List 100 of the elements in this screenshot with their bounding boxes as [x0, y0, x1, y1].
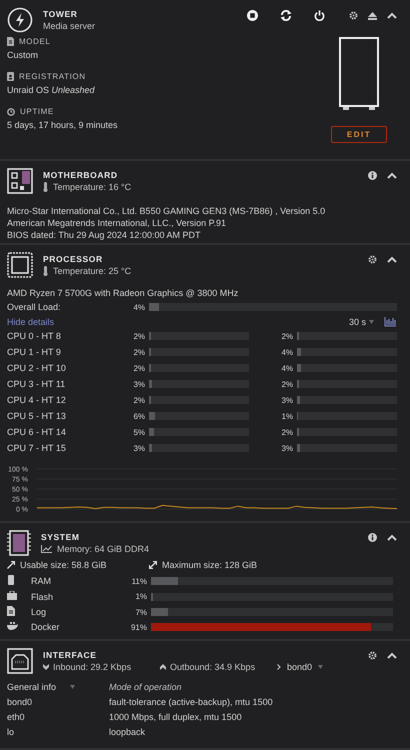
core-reading: 2% [132, 332, 145, 340]
caret-icon [318, 665, 324, 669]
maximum-size: Maximum size: 128 GiB [162, 560, 258, 570]
core-label: CPU 1 - HT 9 [7, 347, 62, 357]
lightning-bolt-icon [7, 7, 33, 33]
usage-label: Docker [31, 622, 61, 632]
board-info-line: Micro-Star International Co., Ltd. B550 GAMING GEN3 (MS-7B86) , Version 5.0 [7, 206, 326, 216]
stop-icon[interactable] [247, 10, 258, 21]
core-reading: 3% [132, 444, 145, 452]
board-info-line: American Megatrends International, LLC., Version P.91 [7, 218, 227, 228]
panel-title: SYSTEM [41, 532, 81, 542]
network-port-icon [7, 648, 33, 674]
usage-reading: 7% [134, 608, 147, 616]
core-label: CPU 2 - HT 10 [7, 363, 67, 373]
usage-label: RAM [31, 576, 52, 586]
usable-size: Usable size: 58.8 GiB [20, 560, 107, 570]
info-label: MODEL [19, 37, 50, 46]
memory-module-icon [7, 530, 31, 556]
collapse-icon[interactable] [387, 172, 397, 180]
usage-reading: 11% [130, 576, 147, 586]
panel-title: TOWER [43, 9, 78, 19]
core-reading: 6% [132, 412, 145, 420]
info-value: Custom [7, 50, 40, 60]
core-reading: 1% [280, 412, 293, 420]
chevron-right-icon [277, 664, 281, 670]
hide-details-link[interactable]: Hide details [7, 317, 54, 327]
port-select[interactable]: bond0 [277, 662, 324, 672]
memory-icon [7, 575, 15, 585]
briefcase-icon [7, 591, 17, 600]
eject-icon[interactable] [368, 12, 377, 20]
settings-icon[interactable] [368, 651, 377, 660]
id-card-icon [7, 72, 14, 81]
caret-icon [369, 320, 374, 324]
document-icon [7, 606, 15, 616]
collapse-icon[interactable] [387, 534, 397, 542]
usage-reading: 1% [134, 592, 147, 601]
table-cell-text: lo [7, 727, 16, 737]
edit-button[interactable]: EDIT [331, 126, 387, 143]
core-label: CPU 6 - HT 14 [7, 427, 67, 437]
document-icon [7, 37, 14, 46]
core-reading: 2% [132, 364, 145, 372]
clock-icon [7, 108, 15, 116]
core-reading: 2% [132, 396, 145, 404]
up-arrow-icon [160, 664, 166, 670]
core-reading: 4% [280, 348, 293, 356]
settings-icon[interactable] [349, 11, 358, 20]
table-cell-text: bond0 [7, 697, 34, 707]
server-description: Media server [43, 21, 96, 31]
core-reading: 3% [280, 444, 293, 452]
outbound-rate: Outbound: 34.9 Kbps [170, 662, 256, 672]
thermometer-icon [43, 182, 48, 192]
info-icon[interactable] [368, 171, 377, 180]
table-cell-text: loopback [109, 727, 146, 737]
core-reading: 2% [280, 332, 293, 340]
core-label: CPU 5 - HT 13 [7, 411, 67, 421]
view-select[interactable]: General info [7, 682, 109, 692]
core-reading: 2% [280, 428, 293, 436]
collapse-icon[interactable] [387, 12, 397, 20]
collapse-icon[interactable] [387, 256, 397, 264]
refresh-icon[interactable] [280, 10, 292, 21]
collapse-icon[interactable] [387, 652, 397, 660]
power-icon[interactable] [314, 10, 325, 21]
core-reading: 3% [132, 380, 145, 388]
panel-title: INTERFACE [43, 650, 98, 660]
table-cell-text: eth0 [7, 712, 26, 722]
panel-title: MOTHERBOARD [43, 170, 119, 180]
usage-reading: 91% [130, 622, 147, 632]
info-label: REGISTRATION [19, 72, 86, 81]
whale-icon [7, 622, 18, 630]
caret-icon [70, 685, 76, 689]
table-cell-text: fault-tolerance (active-backup), mtu 1500 [109, 697, 274, 707]
thermometer-icon [43, 266, 48, 276]
core-label: CPU 0 - HT 8 [7, 331, 62, 341]
inbound-rate: Inbound: 29.2 Kbps [53, 662, 132, 672]
core-reading: 2% [280, 380, 293, 388]
core-reading: 5% [132, 428, 145, 436]
load-reading: 4% [132, 302, 145, 312]
core-reading: 4% [280, 364, 293, 372]
settings-icon[interactable] [368, 255, 377, 264]
core-label: CPU 4 - HT 12 [7, 395, 67, 405]
memory-summary: Memory: 64 GiB DDR4 [57, 544, 150, 554]
temperature-reading: Temperature: 16 °C [53, 182, 132, 192]
column-header: Mode of operation [109, 682, 183, 692]
core-label: CPU 7 - HT 15 [7, 443, 67, 453]
down-arrow-icon [43, 664, 49, 670]
core-reading: 3% [280, 396, 293, 404]
info-label: UPTIME [20, 107, 54, 116]
motherboard-icon [7, 168, 33, 194]
cpu-model: AMD Ryzen 7 5700G with Radeon Graphics @ 3800 MHz [7, 288, 240, 298]
processor-icon [7, 252, 33, 278]
core-reading: 2% [132, 348, 145, 356]
line-chart-icon [41, 545, 52, 553]
arrow-icon [7, 561, 15, 569]
usage-label: Flash [31, 592, 54, 602]
interval-select[interactable]: 30 s [348, 317, 374, 327]
info-icon[interactable] [368, 533, 377, 542]
info-value: 5 days, 17 hours, 9 minutes [7, 120, 118, 130]
core-label: CPU 3 - HT 11 [7, 379, 66, 389]
board-info-line: BIOS dated: Thu 29 Aug 2024 12:00:00 AM PDT [7, 230, 202, 240]
bar-chart-icon[interactable] [384, 317, 396, 327]
